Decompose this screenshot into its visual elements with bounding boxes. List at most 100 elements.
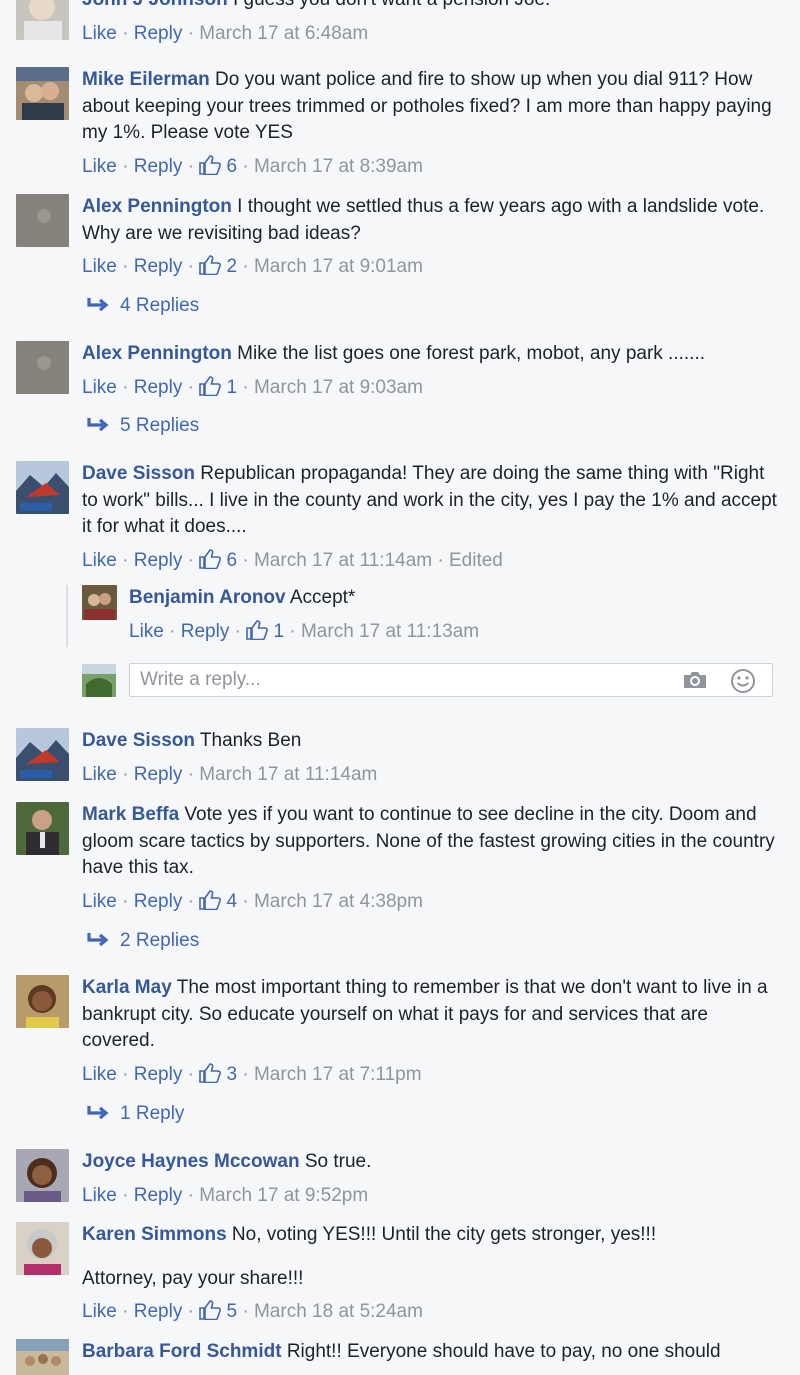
edited-label[interactable]: Edited <box>449 550 503 571</box>
avatar[interactable] <box>16 1339 69 1375</box>
timestamp[interactable]: March 17 at 11:14am <box>254 550 432 571</box>
comment-text: Joyce Haynes Mccowan So true. <box>82 1149 778 1176</box>
timestamp[interactable]: March 17 at 6:48am <box>199 23 368 44</box>
comment-actions: Like · Reply · 6 · March 17 at 8:39am <box>82 154 778 181</box>
camera-icon[interactable] <box>682 670 708 690</box>
comment-message: Vote yes if you want to continue to see … <box>82 804 775 878</box>
reply-link[interactable]: Reply <box>134 550 183 571</box>
comment-actions: Like · Reply · March 17 at 9:52pm <box>82 1183 778 1210</box>
avatar[interactable] <box>16 194 69 247</box>
like-link[interactable]: Like <box>82 1301 117 1322</box>
like-count[interactable]: 1 <box>246 619 284 642</box>
comment-text: Dave Sisson Thanks Ben <box>82 728 778 755</box>
avatar[interactable] <box>16 67 69 120</box>
reply-link[interactable]: Reply <box>134 256 183 277</box>
timestamp[interactable]: March 17 at 7:11pm <box>254 1064 422 1085</box>
separator: · <box>237 1063 254 1085</box>
comment-message: Thanks Ben <box>195 730 302 751</box>
timestamp[interactable]: March 17 at 9:03am <box>254 377 423 398</box>
like-link[interactable]: Like <box>129 621 164 642</box>
like-link[interactable]: Like <box>82 256 117 277</box>
separator: · <box>116 376 134 398</box>
comment-text: Barbara Ford Schmidt Right!! Everyone sh… <box>82 1339 778 1366</box>
comment-author[interactable]: Benjamin Aronov <box>129 587 286 608</box>
like-count[interactable]: 5 <box>199 1300 237 1322</box>
like-count[interactable]: 4 <box>199 889 237 912</box>
comment-text: Karla May The most important thing to re… <box>82 975 778 1055</box>
comment-author[interactable]: Dave Sisson <box>82 463 195 484</box>
replies-count: 5 Replies <box>120 415 200 436</box>
reply-link[interactable]: Reply <box>134 891 183 912</box>
reply-link[interactable]: Reply <box>134 23 183 44</box>
comment-author[interactable]: Barbara Ford Schmidt <box>82 1341 282 1362</box>
comment-author[interactable]: Karla May <box>82 977 172 998</box>
like-link[interactable]: Like <box>82 156 117 177</box>
view-replies-link[interactable]: 5 Replies <box>86 415 199 437</box>
avatar[interactable] <box>16 1222 69 1275</box>
comment-actions: Like · Reply · 1 · March 17 at 9:03am <box>82 375 778 402</box>
like-count[interactable]: 2 <box>199 255 237 277</box>
avatar[interactable] <box>16 341 69 394</box>
like-link[interactable]: Like <box>82 1185 117 1206</box>
avatar[interactable] <box>16 975 69 1028</box>
timestamp[interactable]: March 17 at 9:01am <box>254 256 423 277</box>
reply-link[interactable]: Reply <box>134 1185 183 1206</box>
avatar[interactable] <box>16 728 69 781</box>
avatar[interactable] <box>16 802 69 855</box>
separator: · <box>116 155 134 177</box>
avatar[interactable] <box>16 0 69 40</box>
thumbs-up-icon <box>199 1062 222 1083</box>
separator: · <box>182 549 200 571</box>
like-link[interactable]: Like <box>82 377 117 398</box>
reply-link[interactable]: Reply <box>134 1064 183 1085</box>
comment-author[interactable]: Alex Pennington <box>82 343 232 364</box>
timestamp[interactable]: March 17 at 9:52pm <box>199 1185 368 1206</box>
reply-link[interactable]: Reply <box>134 764 183 785</box>
thumbs-up-icon <box>199 548 222 569</box>
reply-link[interactable]: Reply <box>134 156 183 177</box>
like-count-value: 6 <box>226 549 238 571</box>
view-replies-link[interactable]: 4 Replies <box>86 295 199 317</box>
separator: · <box>237 376 254 398</box>
timestamp[interactable]: March 17 at 11:13am <box>301 621 479 642</box>
separator: · <box>182 376 200 398</box>
comment-author[interactable]: John J Johnson <box>82 0 228 10</box>
avatar[interactable] <box>16 461 69 514</box>
comment-author[interactable]: Alex Pennington <box>82 196 232 217</box>
view-replies-link[interactable]: 1 Reply <box>86 1103 184 1125</box>
like-link[interactable]: Like <box>82 1064 117 1085</box>
thumbs-up-icon <box>199 255 222 275</box>
reply-link[interactable]: Reply <box>134 1301 183 1322</box>
view-replies-link[interactable]: 2 Replies <box>86 930 199 952</box>
reply-link[interactable]: Reply <box>181 621 230 642</box>
comment-author[interactable]: Mark Beffa <box>82 804 179 825</box>
separator: · <box>182 22 200 44</box>
reply-link[interactable]: Reply <box>134 377 183 398</box>
like-count[interactable]: 6 <box>199 154 238 177</box>
separator: · <box>163 620 181 642</box>
separator: · <box>182 763 200 785</box>
like-count-value: 6 <box>226 155 238 177</box>
reply-arrow-icon <box>87 1106 109 1120</box>
comment-author[interactable]: Mike Eilerman <box>82 69 210 90</box>
timestamp[interactable]: March 18 at 5:24am <box>254 1301 423 1322</box>
like-link[interactable]: Like <box>82 891 117 912</box>
comment-author[interactable]: Joyce Haynes Mccowan <box>82 1151 300 1172</box>
timestamp[interactable]: March 17 at 8:39am <box>254 156 423 177</box>
like-count[interactable]: 3 <box>199 1062 237 1085</box>
timestamp[interactable]: March 17 at 11:14am <box>199 764 377 785</box>
comment-author[interactable]: Karen Simmons <box>82 1224 227 1245</box>
like-link[interactable]: Like <box>82 550 117 571</box>
comment-author[interactable]: Dave Sisson <box>82 730 195 751</box>
like-count[interactable]: 6 <box>199 548 238 571</box>
like-link[interactable]: Like <box>82 764 117 785</box>
emoji-icon[interactable] <box>730 668 756 694</box>
avatar[interactable] <box>82 585 117 620</box>
timestamp[interactable]: March 17 at 4:38pm <box>254 891 423 912</box>
comment-text: Mark Beffa Vote yes if you want to conti… <box>82 802 778 882</box>
like-link[interactable]: Like <box>82 23 117 44</box>
like-count[interactable]: 1 <box>199 375 237 398</box>
avatar[interactable] <box>16 1149 69 1202</box>
comment-message: The most important thing to remember is … <box>82 977 768 1051</box>
write-reply-input[interactable] <box>130 664 650 696</box>
